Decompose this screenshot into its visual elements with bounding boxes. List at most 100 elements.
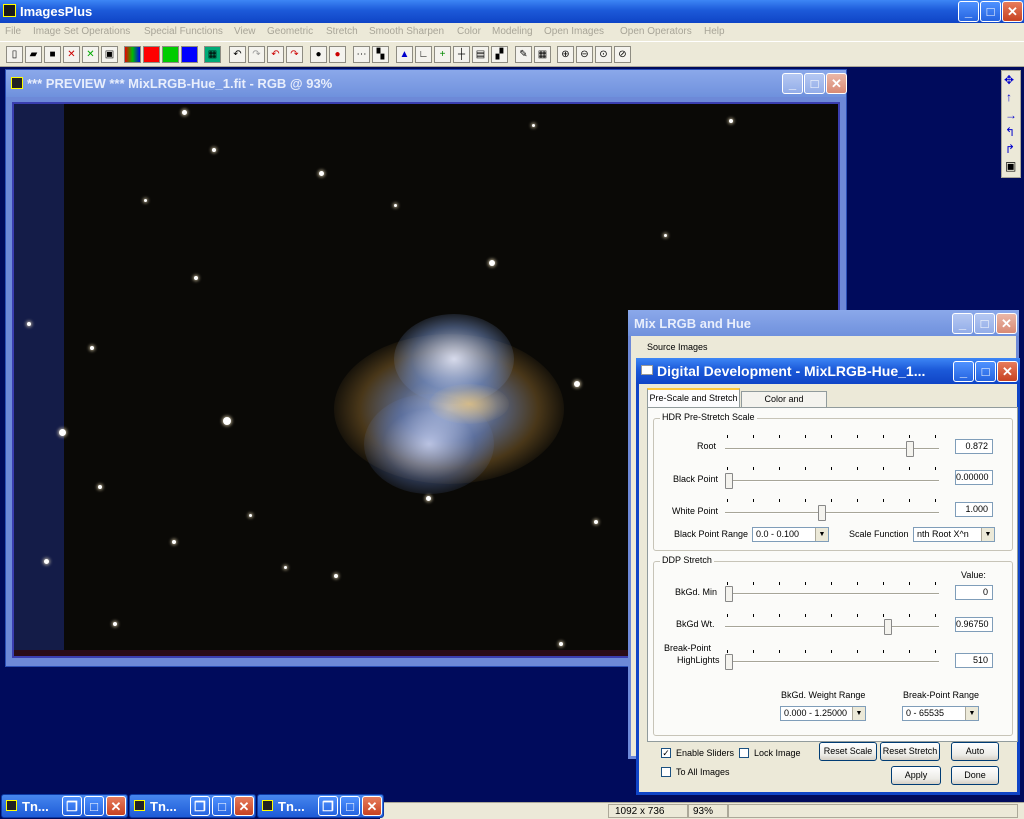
- zoom-actual-icon[interactable]: ⊘: [614, 46, 631, 63]
- pencil-icon[interactable]: ✎: [515, 46, 532, 63]
- apply-button[interactable]: Apply: [891, 766, 941, 785]
- menu-file[interactable]: File: [5, 26, 21, 37]
- break-point-range-select[interactable]: 0 - 65535 ▼: [902, 706, 979, 721]
- menu-help[interactable]: Help: [704, 26, 725, 37]
- picture-icon[interactable]: ▞: [491, 46, 508, 63]
- scale-function-select[interactable]: nth Root X^n ▼: [913, 527, 995, 542]
- bkgd-min-slider[interactable]: [725, 586, 733, 602]
- weight-range-select[interactable]: 0.000 - 1.25000 ▼: [780, 706, 866, 721]
- minimize-button[interactable]: _: [958, 1, 979, 22]
- right-arrow-icon[interactable]: →: [1005, 108, 1017, 122]
- black-point-value[interactable]: 0.00000: [955, 470, 993, 485]
- bkgd-wt-track: [725, 626, 939, 628]
- up-arrow-icon[interactable]: ↑: [1006, 90, 1012, 104]
- grid-select-icon[interactable]: ▦: [534, 46, 551, 63]
- tab-color-sharpness[interactable]: Color and Sharpness: [741, 391, 827, 419]
- rotate-left-icon[interactable]: ↰: [1005, 125, 1015, 139]
- undo-all-icon[interactable]: ↶: [267, 46, 284, 63]
- white-point-slider[interactable]: [817, 505, 826, 521]
- preview-maximize-button[interactable]: □: [804, 73, 825, 94]
- move-icon[interactable]: ✥: [1004, 73, 1014, 87]
- menu-special-functions[interactable]: Special Functions: [144, 26, 223, 37]
- minimized-window-2[interactable]: Tn... ❐ □ ✕: [129, 794, 256, 818]
- preview-minimize-button[interactable]: _: [782, 73, 803, 94]
- close-button[interactable]: ✕: [234, 796, 254, 816]
- menu-open-operators[interactable]: Open Operators: [620, 26, 692, 37]
- mix-minimize-button[interactable]: _: [952, 313, 973, 334]
- lock-image-checkbox[interactable]: [739, 748, 749, 758]
- reset-stretch-button[interactable]: Reset Stretch: [880, 742, 940, 761]
- dd-minimize-button[interactable]: _: [953, 361, 974, 382]
- menu-modeling[interactable]: Modeling: [492, 26, 533, 37]
- auto-button[interactable]: Auto: [951, 742, 999, 761]
- plus-icon[interactable]: +: [434, 46, 451, 63]
- zoom-out-icon[interactable]: ⊖: [576, 46, 593, 63]
- close-button[interactable]: ✕: [362, 796, 382, 816]
- bkgd-min-value[interactable]: 0: [955, 585, 993, 600]
- grid-icon[interactable]: ▦: [204, 46, 221, 63]
- rotate-right-icon[interactable]: ↱: [1005, 142, 1015, 156]
- menu-open-images[interactable]: Open Images: [544, 26, 604, 37]
- dots-icon[interactable]: ⋯: [353, 46, 370, 63]
- zoom-in-icon[interactable]: ⊕: [557, 46, 574, 63]
- to-all-images-checkbox[interactable]: [661, 767, 671, 777]
- redo-all-icon[interactable]: ↷: [286, 46, 303, 63]
- frame-icon[interactable]: ▣: [1005, 159, 1016, 173]
- reset-scale-button[interactable]: Reset Scale: [819, 742, 877, 761]
- axis-icon[interactable]: ∟: [415, 46, 432, 63]
- maximize-button[interactable]: □: [340, 796, 360, 816]
- menu-image-set-operations[interactable]: Image Set Operations: [33, 26, 130, 37]
- undo-icon[interactable]: ↶: [229, 46, 246, 63]
- dd-close-button[interactable]: ✕: [997, 361, 1018, 382]
- maximize-button[interactable]: □: [84, 796, 104, 816]
- maximize-button[interactable]: □: [980, 1, 1001, 22]
- enable-sliders-checkbox[interactable]: ✓: [661, 748, 671, 758]
- table-icon[interactable]: ▤: [472, 46, 489, 63]
- chart-icon[interactable]: ▚: [372, 46, 389, 63]
- bkgd-wt-slider[interactable]: [883, 619, 892, 635]
- menu-smooth-sharpen[interactable]: Smooth Sharpen: [369, 26, 444, 37]
- black-point-slider[interactable]: [725, 473, 733, 489]
- menu-color[interactable]: Color: [457, 26, 481, 37]
- crosshair-icon[interactable]: ┼: [453, 46, 470, 63]
- minimized-window-1[interactable]: Tn... ❐ □ ✕: [1, 794, 128, 818]
- close-button[interactable]: ✕: [1002, 1, 1023, 22]
- minimized-window-3[interactable]: Tn... ❐ □ ✕: [257, 794, 384, 818]
- mix-close-button[interactable]: ✕: [996, 313, 1017, 334]
- redo-icon[interactable]: ↷: [248, 46, 265, 63]
- white-point-value[interactable]: 1.000: [955, 502, 993, 517]
- root-slider[interactable]: [906, 441, 915, 457]
- red-circle-icon[interactable]: ●: [329, 46, 346, 63]
- restore-button[interactable]: ❐: [318, 796, 338, 816]
- preview-close-button[interactable]: ✕: [826, 73, 847, 94]
- break-point-slider[interactable]: [725, 654, 733, 670]
- mix-maximize-button[interactable]: □: [974, 313, 995, 334]
- maximize-button[interactable]: □: [212, 796, 232, 816]
- dd-maximize-button[interactable]: □: [975, 361, 996, 382]
- close-button[interactable]: ✕: [106, 796, 126, 816]
- root-value[interactable]: 0.872: [955, 439, 993, 454]
- tab-pre-scale-stretch[interactable]: Pre-Scale and Stretch: [647, 388, 740, 407]
- menu-geometric[interactable]: Geometric: [267, 26, 313, 37]
- red-channel-icon[interactable]: [143, 46, 160, 63]
- close-all-icon[interactable]: ✕: [82, 46, 99, 63]
- break-point-value[interactable]: 510: [955, 653, 993, 668]
- close-image-icon[interactable]: ✕: [63, 46, 80, 63]
- menu-view[interactable]: View: [234, 26, 256, 37]
- open-icon[interactable]: ▰: [25, 46, 42, 63]
- save-icon[interactable]: ■: [44, 46, 61, 63]
- menu-stretch[interactable]: Stretch: [326, 26, 358, 37]
- histogram-icon[interactable]: ▲: [396, 46, 413, 63]
- circle-select-icon[interactable]: ●: [310, 46, 327, 63]
- blue-channel-icon[interactable]: [181, 46, 198, 63]
- restore-button[interactable]: ❐: [190, 796, 210, 816]
- rgb-icon[interactable]: [124, 46, 141, 63]
- black-point-range-select[interactable]: 0.0 - 0.100 ▼: [752, 527, 829, 542]
- zoom-fit-icon[interactable]: ⊙: [595, 46, 612, 63]
- print-icon[interactable]: ▣: [101, 46, 118, 63]
- green-channel-icon[interactable]: [162, 46, 179, 63]
- restore-button[interactable]: ❐: [62, 796, 82, 816]
- bkgd-wt-value[interactable]: 0.96750: [955, 617, 993, 632]
- done-button[interactable]: Done: [951, 766, 999, 785]
- new-icon[interactable]: ▯: [6, 46, 23, 63]
